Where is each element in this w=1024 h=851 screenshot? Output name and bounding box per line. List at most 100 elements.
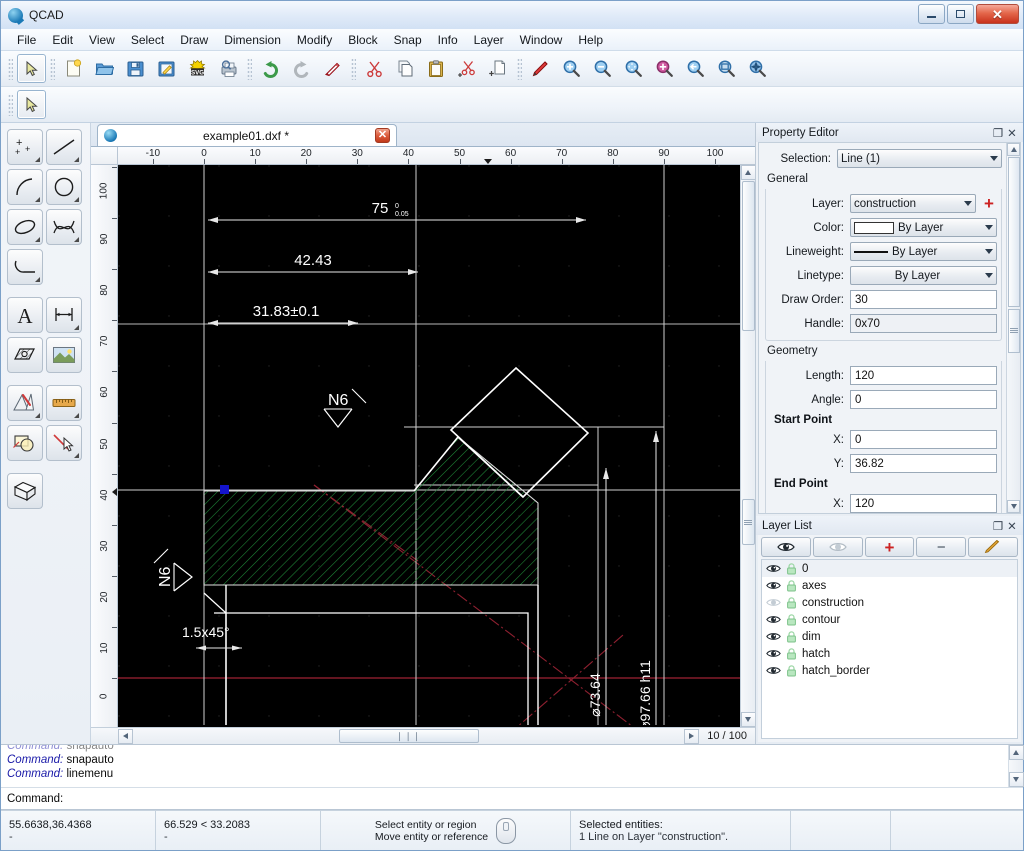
open-folder-icon[interactable] bbox=[90, 54, 119, 83]
new-file-icon[interactable] bbox=[59, 54, 88, 83]
length-field[interactable]: 120 bbox=[850, 366, 997, 385]
menu-modify[interactable]: Modify bbox=[289, 31, 340, 49]
zoom-in-icon[interactable] bbox=[557, 54, 586, 83]
layer-row[interactable]: hatch_border bbox=[762, 662, 1017, 679]
circle-tool[interactable] bbox=[46, 169, 82, 205]
zoom-selection-icon[interactable] bbox=[650, 54, 679, 83]
close-tab-button[interactable]: ✕ bbox=[375, 128, 390, 143]
lock-icon[interactable] bbox=[786, 664, 797, 677]
end-x-field[interactable]: 120 bbox=[850, 494, 997, 513]
zoom-pan-icon[interactable] bbox=[743, 54, 772, 83]
eye-closed-icon[interactable] bbox=[766, 597, 781, 608]
command-prompt[interactable]: Command: bbox=[1, 788, 1023, 810]
menu-block[interactable]: Block bbox=[340, 31, 385, 49]
start-x-field[interactable]: 0 bbox=[850, 430, 997, 449]
measure-tool[interactable] bbox=[46, 385, 82, 421]
toolbar-grip[interactable] bbox=[8, 93, 13, 116]
block-tool[interactable] bbox=[7, 425, 43, 461]
layer-row[interactable]: hatch bbox=[762, 645, 1017, 662]
lock-icon[interactable] bbox=[786, 562, 797, 575]
redo-icon[interactable] bbox=[287, 54, 316, 83]
scroll-up-button[interactable] bbox=[740, 165, 756, 180]
menu-info[interactable]: Info bbox=[430, 31, 466, 49]
toolbar-grip[interactable] bbox=[351, 57, 356, 80]
arc-tool[interactable] bbox=[7, 169, 43, 205]
export-svg-icon[interactable]: SVG bbox=[183, 54, 212, 83]
vertical-scroll-thumb[interactable] bbox=[741, 181, 755, 331]
zoom-previous-icon[interactable] bbox=[681, 54, 710, 83]
scroll-left-button[interactable] bbox=[118, 728, 133, 744]
lock-icon[interactable] bbox=[786, 613, 797, 626]
snap-tool[interactable] bbox=[46, 425, 82, 461]
lock-icon[interactable] bbox=[786, 596, 797, 609]
menu-help[interactable]: Help bbox=[570, 31, 611, 49]
menu-edit[interactable]: Edit bbox=[44, 31, 81, 49]
menu-window[interactable]: Window bbox=[512, 31, 571, 49]
polyline-tool[interactable] bbox=[7, 249, 43, 285]
maximize-button[interactable] bbox=[947, 4, 974, 24]
layer-row[interactable]: 0 bbox=[762, 560, 1017, 577]
select-pointer-icon[interactable] bbox=[17, 54, 46, 83]
line-tool[interactable] bbox=[46, 129, 82, 165]
menu-view[interactable]: View bbox=[81, 31, 123, 49]
isometric-tool[interactable] bbox=[7, 473, 43, 509]
cmd-scroll-down-button[interactable] bbox=[1008, 772, 1024, 787]
layer-list-close-button[interactable]: ✕ bbox=[1005, 519, 1019, 533]
canvas-horizontal-scrollbar[interactable]: ❘❘❘ 10 / 100 bbox=[91, 727, 755, 744]
erase-icon[interactable] bbox=[318, 54, 347, 83]
document-tab[interactable]: example01.dxf * ✕ bbox=[97, 124, 397, 146]
paste-icon[interactable] bbox=[422, 54, 451, 83]
eye-open-icon[interactable] bbox=[766, 614, 781, 625]
menu-file[interactable]: File bbox=[9, 31, 44, 49]
lock-icon[interactable] bbox=[786, 647, 797, 660]
copy-icon[interactable] bbox=[391, 54, 420, 83]
layer-list[interactable]: 0 axes construction contour dim hatch hatch_bo… bbox=[761, 559, 1018, 739]
layer-combo[interactable]: construction bbox=[850, 194, 976, 213]
property-editor-float-button[interactable]: ❐ bbox=[991, 126, 1005, 140]
image-tool[interactable] bbox=[46, 337, 82, 373]
vertical-scroll-thumb-2[interactable] bbox=[741, 499, 755, 545]
add-layer-button[interactable]: + bbox=[864, 537, 915, 557]
layer-row[interactable]: contour bbox=[762, 611, 1017, 628]
cad-viewport[interactable]: 75 0 0.05 42.43 31.83±0.1 N6 N6 1.5x45° … bbox=[118, 165, 740, 727]
save-icon[interactable] bbox=[121, 54, 150, 83]
lineweight-combo[interactable]: By Layer bbox=[850, 242, 997, 261]
property-editor-scrollbar[interactable] bbox=[1006, 143, 1020, 513]
select-entity-icon[interactable] bbox=[17, 90, 46, 119]
eye-open-icon[interactable] bbox=[766, 563, 781, 574]
menu-select[interactable]: Select bbox=[123, 31, 172, 49]
eye-open-icon[interactable] bbox=[766, 580, 781, 591]
color-combo[interactable]: By Layer bbox=[850, 218, 997, 237]
remove-layer-button[interactable]: − bbox=[916, 537, 967, 557]
text-tool[interactable]: A bbox=[7, 297, 43, 333]
toolbar-grip[interactable] bbox=[8, 57, 13, 80]
eye-open-icon[interactable] bbox=[766, 648, 781, 659]
prop-scroll-down-button[interactable] bbox=[1007, 500, 1020, 513]
add-layer-button[interactable]: + bbox=[981, 195, 997, 212]
pencil-draw-icon[interactable] bbox=[526, 54, 555, 83]
show-all-layers-button[interactable] bbox=[761, 537, 811, 557]
prop-scroll-thumb[interactable] bbox=[1007, 157, 1020, 307]
selection-combo[interactable]: Line (1) bbox=[837, 149, 1002, 168]
lock-icon[interactable] bbox=[786, 579, 797, 592]
zoom-window-icon[interactable] bbox=[712, 54, 741, 83]
draw-order-field[interactable]: 30 bbox=[850, 290, 997, 309]
zoom-auto-icon[interactable] bbox=[619, 54, 648, 83]
angle-field[interactable]: 0 bbox=[850, 390, 997, 409]
undo-icon[interactable] bbox=[256, 54, 285, 83]
edit-layer-button[interactable] bbox=[968, 537, 1018, 557]
cut-icon[interactable] bbox=[360, 54, 389, 83]
toolbar-grip[interactable] bbox=[247, 57, 252, 80]
vertical-ruler[interactable]: 0 10 20 30 40 50 60 70 80 90 100 bbox=[91, 165, 118, 727]
linetype-combo[interactable]: By Layer bbox=[850, 266, 997, 285]
copy-ref-icon[interactable] bbox=[484, 54, 513, 83]
scroll-right-button[interactable] bbox=[684, 728, 700, 744]
menu-snap[interactable]: Snap bbox=[386, 31, 430, 49]
menu-draw[interactable]: Draw bbox=[172, 31, 216, 49]
layer-row[interactable]: construction bbox=[762, 594, 1017, 611]
print-preview-icon[interactable] bbox=[214, 54, 243, 83]
toolbar-grip[interactable] bbox=[517, 57, 522, 80]
hatch-tool[interactable] bbox=[7, 337, 43, 373]
eye-open-icon[interactable] bbox=[766, 665, 781, 676]
command-history-scrollbar[interactable] bbox=[1008, 745, 1024, 787]
